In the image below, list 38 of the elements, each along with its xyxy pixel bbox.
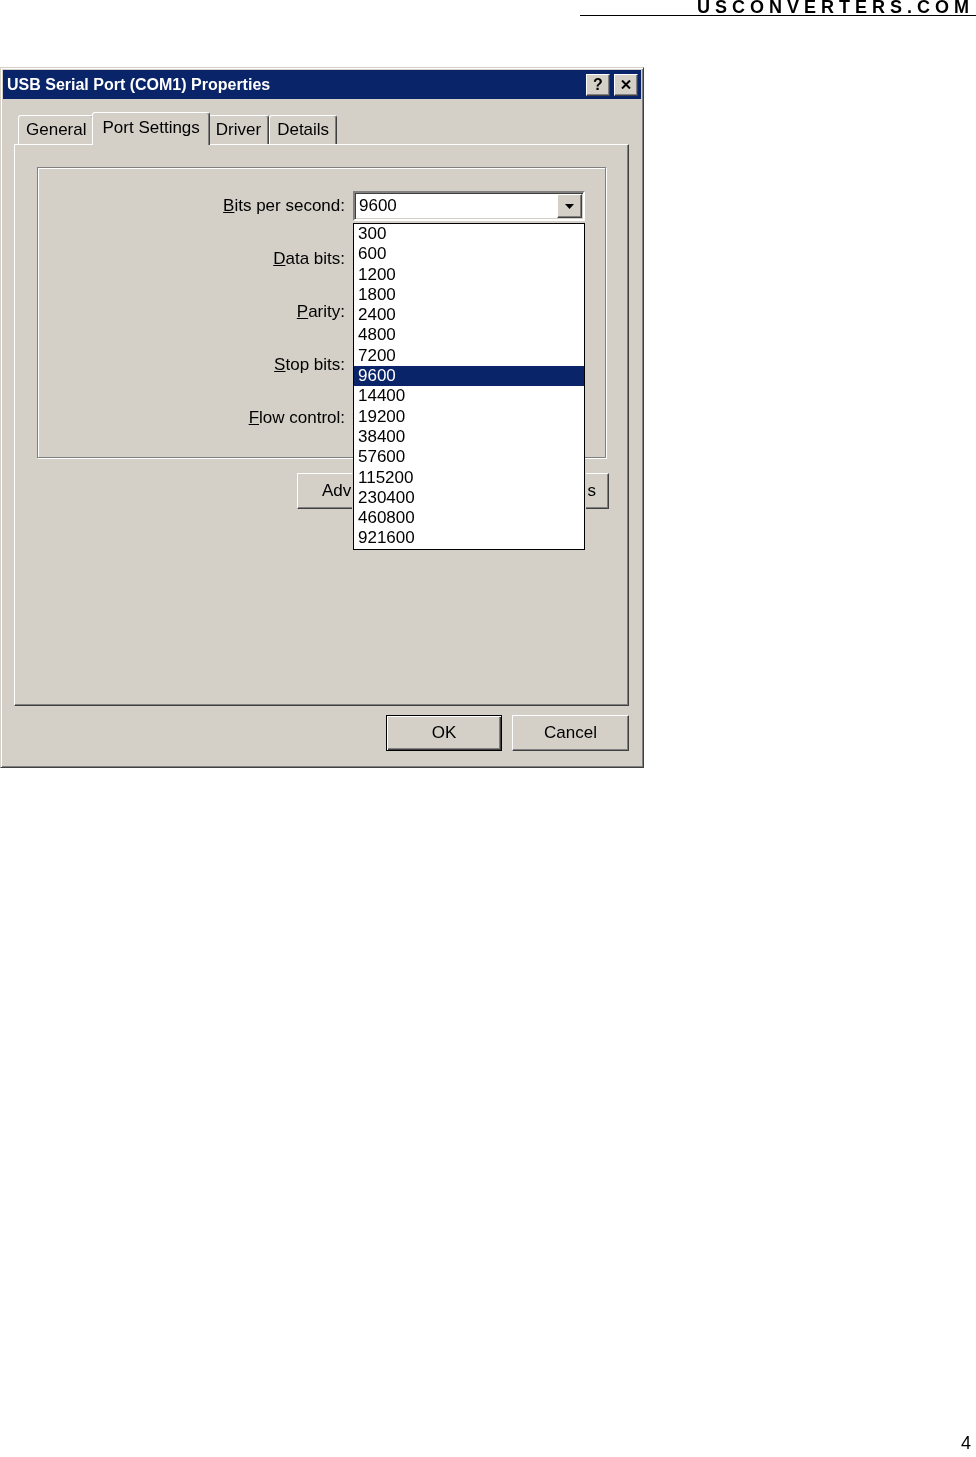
- dropdown-option[interactable]: 115200: [354, 467, 584, 488]
- tab[interactable]: Port Settings: [92, 112, 210, 145]
- dropdown-option[interactable]: 300: [354, 224, 584, 245]
- dropdown-option[interactable]: 1800: [354, 284, 584, 306]
- push-button[interactable]: Adv: [297, 473, 353, 509]
- field-label: Flow control:: [248, 408, 345, 428]
- dropdown-option[interactable]: 2400: [354, 305, 584, 326]
- dropdown-option[interactable]: 19200: [354, 406, 584, 427]
- push-button[interactable]: s: [585, 473, 609, 509]
- field-label: Parity:: [296, 302, 345, 322]
- dropdown-option[interactable]: 4800: [354, 325, 584, 346]
- close-button[interactable]: [614, 73, 638, 96]
- field-label: Stop bits:: [274, 355, 345, 375]
- close-icon: [621, 80, 631, 89]
- header-logo: USCONVERTERS.COM: [697, 0, 974, 14]
- dropdown-field[interactable]: 9600: [353, 191, 585, 221]
- dropdown-option[interactable]: 7200: [354, 345, 584, 367]
- dropdown-button[interactable]: [557, 194, 582, 218]
- help-button[interactable]: ?: [586, 73, 610, 96]
- field-label: Data bits:: [273, 249, 345, 269]
- tab[interactable]: Driver: [207, 115, 270, 144]
- dropdown-option[interactable]: 1200: [354, 264, 584, 285]
- dialog-button[interactable]: OK: [386, 715, 502, 751]
- field-label: Bits per second:: [223, 196, 345, 216]
- dropdown-option[interactable]: 14400: [354, 386, 584, 407]
- dropdown-option[interactable]: 921600: [354, 528, 584, 549]
- window-title: USB Serial Port (COM1) Properties: [7, 75, 272, 94]
- dialog-button[interactable]: Cancel: [512, 715, 629, 751]
- tab[interactable]: Details: [269, 115, 338, 144]
- dropdown-option[interactable]: 9600: [354, 366, 584, 387]
- page-number: 4: [961, 1433, 971, 1454]
- caret-icon: [565, 203, 574, 209]
- dropdown-option[interactable]: 230400: [354, 487, 584, 509]
- dropdown-option[interactable]: 600: [354, 244, 584, 265]
- dropdown-option[interactable]: 38400: [354, 426, 584, 448]
- dropdown-option[interactable]: 57600: [354, 447, 584, 468]
- tab[interactable]: General: [18, 115, 95, 144]
- dropdown-option[interactable]: 460800: [354, 508, 584, 529]
